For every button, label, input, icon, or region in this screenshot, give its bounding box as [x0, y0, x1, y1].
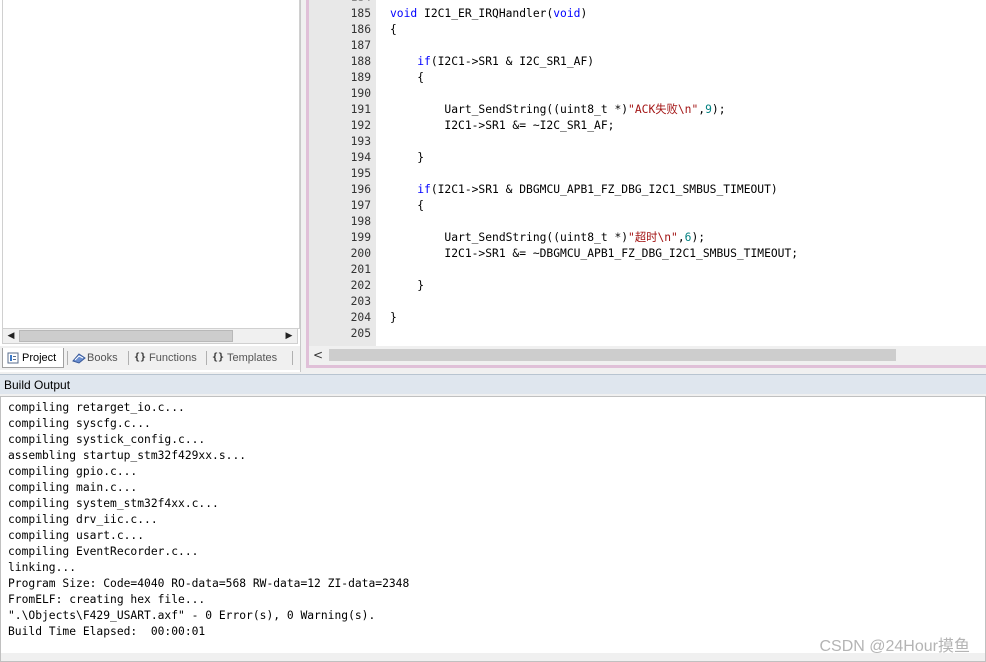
build-output-line: compiling gpio.c... — [8, 465, 138, 478]
functions-icon: {} — [134, 352, 147, 363]
build-output-line: Build Time Elapsed: 00:00:01 — [8, 625, 206, 638]
project-panel-tabs: Project Books {} Functions {} Templates — [0, 346, 300, 370]
project-horizontal-scrollbar[interactable]: ◀ ▶ — [2, 328, 298, 344]
line-number: 189 — [350, 71, 371, 84]
code-line[interactable]: I2C1->SR1 &= ~I2C_SR1_AF; — [390, 118, 614, 134]
scroll-left-icon[interactable]: ◀ — [3, 329, 19, 343]
line-number: 195 — [350, 167, 371, 180]
line-number: 196 — [350, 183, 371, 196]
build-output-title: Build Output — [0, 374, 986, 394]
build-output-line: assembling startup_stm32f429xx.s... — [8, 449, 247, 462]
line-number: 186 — [350, 23, 371, 36]
code-line[interactable]: { — [390, 198, 424, 214]
line-number: 202 — [350, 279, 371, 292]
tab-templates[interactable]: {} Templates — [208, 348, 290, 368]
scrollbar-thumb[interactable] — [329, 349, 896, 361]
code-line[interactable]: I2C1->SR1 &= ~DBGMCU_APB1_FZ_DBG_I2C1_SM… — [390, 246, 798, 262]
build-output-line: compiling systick_config.c... — [8, 433, 206, 446]
project-icon — [7, 352, 19, 364]
code-line[interactable]: { — [390, 70, 424, 86]
books-icon — [72, 352, 86, 364]
code-line[interactable]: Uart_SendString((uint8_t *)"超时\n",6); — [390, 230, 705, 246]
tab-functions[interactable]: {} Functions — [130, 348, 206, 368]
build-output-line: compiling drv_iic.c... — [8, 513, 158, 526]
build-output-line: compiling retarget_io.c... — [8, 401, 185, 414]
code-line[interactable]: if(I2C1->SR1 & DBGMCU_APB1_FZ_DBG_I2C1_S… — [390, 182, 777, 198]
tab-books-label: Books — [87, 352, 118, 364]
watermark: CSDN @24Hour摸鱼 — [819, 638, 970, 655]
code-line[interactable]: if(I2C1->SR1 & I2C_SR1_AF) — [390, 54, 594, 70]
code-line[interactable]: void I2C1_ER_IRQHandler(void) — [390, 6, 587, 22]
line-number: 192 — [350, 119, 371, 132]
code-line[interactable]: { — [390, 22, 397, 38]
line-number: 191 — [350, 103, 371, 116]
line-number: 203 — [350, 295, 371, 308]
tab-separator — [128, 351, 129, 365]
line-number: 205 — [350, 327, 371, 340]
line-number: 199 — [350, 231, 371, 244]
scroll-right-icon[interactable]: ▶ — [281, 329, 297, 343]
build-output-line: ".\Objects\F429_USART.axf" - 0 Error(s),… — [8, 609, 376, 622]
build-output-console[interactable]: compiling retarget_io.c... compiling sysc… — [0, 396, 986, 662]
line-number: 190 — [350, 87, 371, 100]
code-editor[interactable]: 184 185186187188189190191192193194195196… — [306, 0, 986, 368]
line-number: 198 — [350, 215, 371, 228]
scrollbar-thumb[interactable] — [19, 330, 233, 342]
line-number: 187 — [350, 39, 371, 52]
build-output-line: Program Size: Code=4040 RO-data=568 RW-d… — [8, 577, 410, 590]
templates-icon: {} — [212, 352, 225, 363]
build-output-line: linking... — [8, 561, 77, 574]
code-line[interactable]: } — [390, 310, 397, 326]
line-number: 197 — [350, 199, 371, 212]
editor-horizontal-scrollbar[interactable]: < — [309, 346, 986, 365]
line-number: 201 — [350, 263, 371, 276]
tab-books[interactable]: Books — [68, 348, 126, 368]
line-number-gutter: 184 185186187188189190191192193194195196… — [309, 0, 386, 346]
tab-templates-label: Templates — [227, 352, 278, 364]
project-panel: ◀ ▶ Project Books {} Functions {} Templa… — [0, 0, 301, 372]
line-number: 204 — [350, 311, 371, 324]
build-output-line: compiling EventRecorder.c... — [8, 545, 199, 558]
scroll-left-icon[interactable]: < — [313, 348, 323, 362]
code-line[interactable]: Uart_SendString((uint8_t *)"ACK失败\n",9); — [390, 102, 725, 118]
code-area[interactable]: void I2C1_ER_IRQHandler(void){ if(I2C1->… — [376, 0, 986, 346]
line-number: 194 — [350, 151, 371, 164]
code-line[interactable]: } — [390, 150, 424, 166]
code-line[interactable]: } — [390, 278, 424, 294]
build-output-line: FromELF: creating hex file... — [8, 593, 206, 606]
tab-project[interactable]: Project — [2, 348, 64, 368]
tab-project-label: Project — [22, 351, 57, 364]
project-tree[interactable] — [2, 0, 300, 329]
build-output-line: compiling main.c... — [8, 481, 138, 494]
build-output-line: compiling system_stm32f4xx.c... — [8, 497, 219, 510]
build-output-line: compiling usart.c... — [8, 529, 145, 542]
build-output-line: compiling syscfg.c... — [8, 417, 151, 430]
line-number: 185 — [350, 7, 371, 20]
line-number: 200 — [350, 247, 371, 260]
tab-separator — [292, 351, 293, 365]
tab-functions-label: Functions — [149, 352, 197, 364]
line-number: 193 — [350, 135, 371, 148]
tab-separator — [206, 351, 207, 365]
line-number: 188 — [350, 55, 371, 68]
